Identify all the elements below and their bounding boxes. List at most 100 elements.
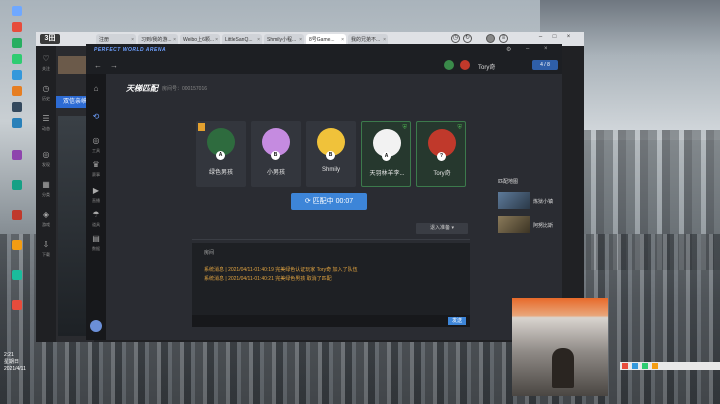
- app-icon[interactable]: [12, 150, 22, 160]
- player-card[interactable]: A 绿色男孩: [196, 121, 246, 187]
- app-icon[interactable]: [12, 180, 22, 190]
- rank-badge: A: [382, 152, 391, 161]
- refresh-icon: ⟳: [304, 198, 313, 205]
- maximize-icon[interactable]: □: [550, 34, 559, 43]
- heart-icon[interactable]: ♡: [41, 54, 51, 64]
- brand-logo: PERFECT WORLD ARENA: [94, 47, 167, 53]
- user-name[interactable]: Tory奇: [478, 62, 495, 71]
- close-window-icon[interactable]: ×: [564, 34, 573, 43]
- maps-title: 匹配地图: [498, 179, 519, 185]
- chevron-down-icon: ▾: [451, 225, 454, 231]
- avatar[interactable]: [460, 60, 470, 70]
- qqmusic-icon[interactable]: [12, 38, 22, 48]
- steam-icon[interactable]: [12, 102, 22, 112]
- app-icon[interactable]: [632, 363, 638, 369]
- sidebar-item-label: 下载: [42, 252, 50, 257]
- game-icon[interactable]: ◈: [41, 210, 51, 220]
- umbrella-icon[interactable]: ☂: [91, 210, 101, 220]
- profile-avatar[interactable]: [90, 320, 102, 332]
- compass-icon[interactable]: ◎: [41, 150, 51, 160]
- ladder-icon[interactable]: ⟲: [91, 112, 101, 122]
- clock-icon[interactable]: ◷: [41, 84, 51, 94]
- app-icon[interactable]: [652, 363, 658, 369]
- download-icon[interactable]: ⇩: [41, 240, 51, 250]
- exit-label: 退入准备: [430, 225, 451, 231]
- rank-badge: B: [271, 151, 280, 160]
- app-icon[interactable]: [622, 363, 628, 369]
- wechat-icon[interactable]: [12, 54, 22, 64]
- back-icon[interactable]: ←: [94, 61, 102, 70]
- meeting-icon[interactable]: [12, 118, 22, 128]
- nav-label: 工具: [92, 148, 100, 153]
- chat-input[interactable]: 发送: [192, 315, 470, 327]
- nav-label: 数据: [92, 246, 100, 251]
- grid-icon[interactable]: ▦: [41, 180, 51, 190]
- rank-badge: B: [326, 151, 335, 160]
- menu-icon[interactable]: ≡: [499, 34, 508, 43]
- tab-label: LittleSanQ...: [225, 37, 253, 43]
- dingtalk-icon[interactable]: [12, 70, 22, 80]
- chat-title: 房间: [204, 250, 215, 256]
- webcam-overlay[interactable]: [512, 298, 608, 396]
- send-button[interactable]: 发送: [448, 317, 466, 325]
- chat-icon[interactable]: ☰: [41, 114, 51, 124]
- nav-label: 直播: [92, 198, 100, 203]
- recycle-bin-icon[interactable]: [12, 6, 22, 16]
- room-counter[interactable]: 4 / 8: [532, 60, 558, 70]
- map-thumbnail[interactable]: [498, 216, 530, 233]
- trophy-icon[interactable]: ♛: [91, 160, 101, 170]
- player-card[interactable]: ⛨ ? Tory奇: [416, 121, 466, 187]
- desktop-icons: 2:21 星期日 2021/4/11: [0, 0, 36, 404]
- taskbar-clock: 2:21 星期日 2021/4/11: [4, 352, 26, 373]
- room-id: 房间号：000157016: [162, 86, 208, 92]
- clock-day: 星期日: [4, 359, 20, 365]
- minimize-icon[interactable]: –: [526, 46, 529, 52]
- tab-label: Weibo上6颗...: [183, 37, 215, 43]
- app-icon[interactable]: [12, 300, 22, 310]
- player-name: 天羽林羊李...: [369, 171, 405, 177]
- avatar[interactable]: [486, 34, 495, 43]
- app-icon[interactable]: [12, 240, 22, 250]
- clock-icon[interactable]: ◷: [451, 34, 460, 43]
- matching-button[interactable]: ⟳ 匹配中 00:07: [291, 193, 367, 210]
- map-name: 阿努比斯: [533, 223, 554, 229]
- close-icon[interactable]: ×: [544, 46, 548, 52]
- rank-badge: A: [216, 151, 225, 160]
- divider: [192, 239, 470, 240]
- player-card[interactable]: B Shmily: [306, 121, 356, 187]
- minimize-icon[interactable]: –: [536, 34, 545, 43]
- nav-label: 道具: [92, 222, 100, 227]
- app-icon[interactable]: [12, 210, 22, 220]
- chrome-icon[interactable]: [12, 22, 22, 32]
- player-card[interactable]: B 小男孩: [251, 121, 301, 187]
- wps-icon[interactable]: [12, 86, 22, 96]
- app-icon[interactable]: [12, 270, 22, 280]
- map-thumbnail[interactable]: [498, 192, 530, 209]
- app-icon[interactable]: [642, 363, 648, 369]
- video-icon[interactable]: ▶: [91, 186, 101, 196]
- nav-label: 赛事: [92, 172, 100, 177]
- game-nav: ⌂ ⟲ ◎ 工具 ♛ 赛事 ▶ 直播 ☂ 道具 ▤ 数据: [86, 74, 106, 340]
- app-logo[interactable]: 3田: [40, 34, 60, 44]
- shield-icon: ⛨: [402, 125, 407, 131]
- settings-icon[interactable]: ⚙: [506, 46, 511, 53]
- tab-label: 我的兄弟不...: [351, 37, 381, 43]
- forward-icon[interactable]: →: [110, 61, 118, 70]
- chat-panel: 房间 系统消息 | 2021/04/11-01:40:19 完美绿色认证玩家 T…: [192, 243, 470, 327]
- game-header: PERFECT WORLD ARENA ← → Tory奇 4 / 8 ⚙ – …: [86, 44, 562, 74]
- player-name: 小男孩: [266, 170, 285, 176]
- exit-dropdown[interactable]: 退入准备 ▾: [416, 223, 468, 234]
- c5-icon[interactable]: ◎: [91, 136, 101, 146]
- chart-icon[interactable]: ▤: [91, 234, 101, 244]
- refresh-icon[interactable]: ↻: [463, 34, 472, 43]
- player-name: Shmily: [321, 167, 340, 173]
- chat-message: 系统消息 | 2021/04/11-01:40:19 完美绿色认证玩家 Tory…: [204, 267, 358, 273]
- chat-message: 系统消息 | 2021/04/11-01:40:21 完美绿色男孩 取消了匹配: [204, 276, 332, 282]
- player-card[interactable]: ⛨ A 天羽林羊李...: [361, 121, 411, 187]
- home-icon[interactable]: ⌂: [91, 84, 101, 94]
- player-name: 绿色男孩: [208, 170, 233, 176]
- shield-icon: ⛨: [457, 125, 462, 131]
- sidebar-item-label: 动态: [42, 126, 50, 131]
- rank-badge: ?: [437, 152, 446, 161]
- tab-label: 习到/我的游...: [141, 37, 172, 43]
